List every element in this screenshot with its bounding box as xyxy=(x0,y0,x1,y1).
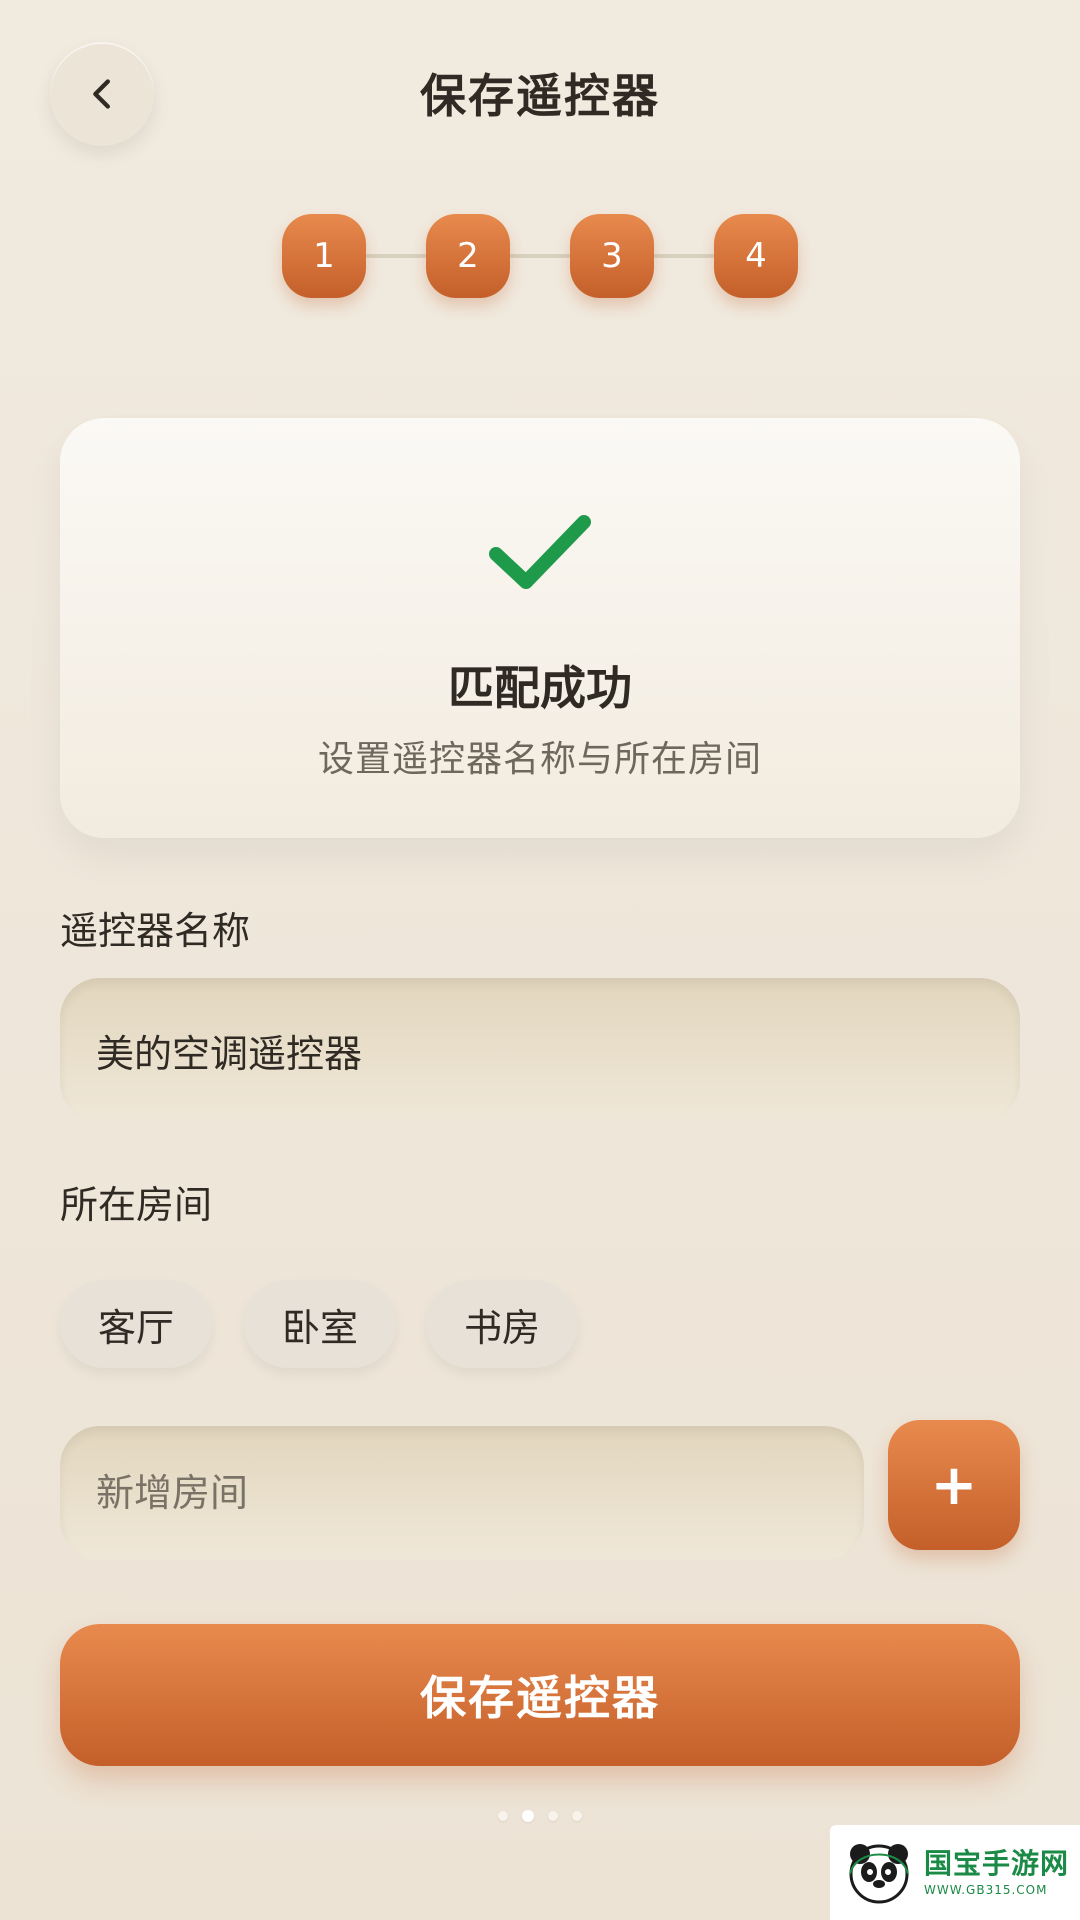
step-2: 2 xyxy=(426,214,510,298)
watermark-url: WWW.GB315.COM xyxy=(924,1882,1048,1897)
room-chip-living[interactable]: 客厅 xyxy=(60,1280,212,1368)
page-dot xyxy=(498,1811,508,1821)
page-dot xyxy=(572,1811,582,1821)
page-title: 保存遥控器 xyxy=(420,69,660,123)
remote-name-input[interactable] xyxy=(60,978,1020,1122)
success-title: 匹配成功 xyxy=(448,661,632,715)
room-chip-study[interactable]: 书房 xyxy=(426,1280,578,1368)
remote-name-label: 遥控器名称 xyxy=(60,909,251,953)
step-1: 1 xyxy=(282,214,366,298)
watermark-text: 国宝手游网 WWW.GB315.COM xyxy=(924,1846,1070,1897)
watermark-title: 国宝手游网 xyxy=(924,1846,1070,1880)
new-room-input[interactable] xyxy=(60,1426,864,1560)
check-icon xyxy=(489,515,591,589)
step-connector xyxy=(322,254,758,258)
page-dot xyxy=(548,1811,558,1821)
page-indicator xyxy=(498,1808,582,1824)
save-remote-screen: 保存遥控器 1 2 3 4 匹配成功 设置遥控器名称与所在房间 遥控器名称 所在… xyxy=(0,0,1080,1920)
success-subtitle: 设置遥控器名称与所在房间 xyxy=(317,739,762,780)
step-4: 4 xyxy=(714,214,798,298)
panda-logo-icon xyxy=(849,1843,909,1903)
step-indicator: 1 2 3 4 xyxy=(282,214,798,298)
page-dot-active xyxy=(522,1810,534,1822)
add-room-button[interactable]: + xyxy=(888,1420,1020,1550)
save-remote-button[interactable]: 保存遥控器 xyxy=(60,1624,1020,1766)
room-chip-bedroom[interactable]: 卧室 xyxy=(244,1280,396,1368)
watermark: 国宝手游网 WWW.GB315.COM xyxy=(830,1825,1080,1920)
room-label: 所在房间 xyxy=(60,1183,213,1227)
step-3: 3 xyxy=(570,214,654,298)
